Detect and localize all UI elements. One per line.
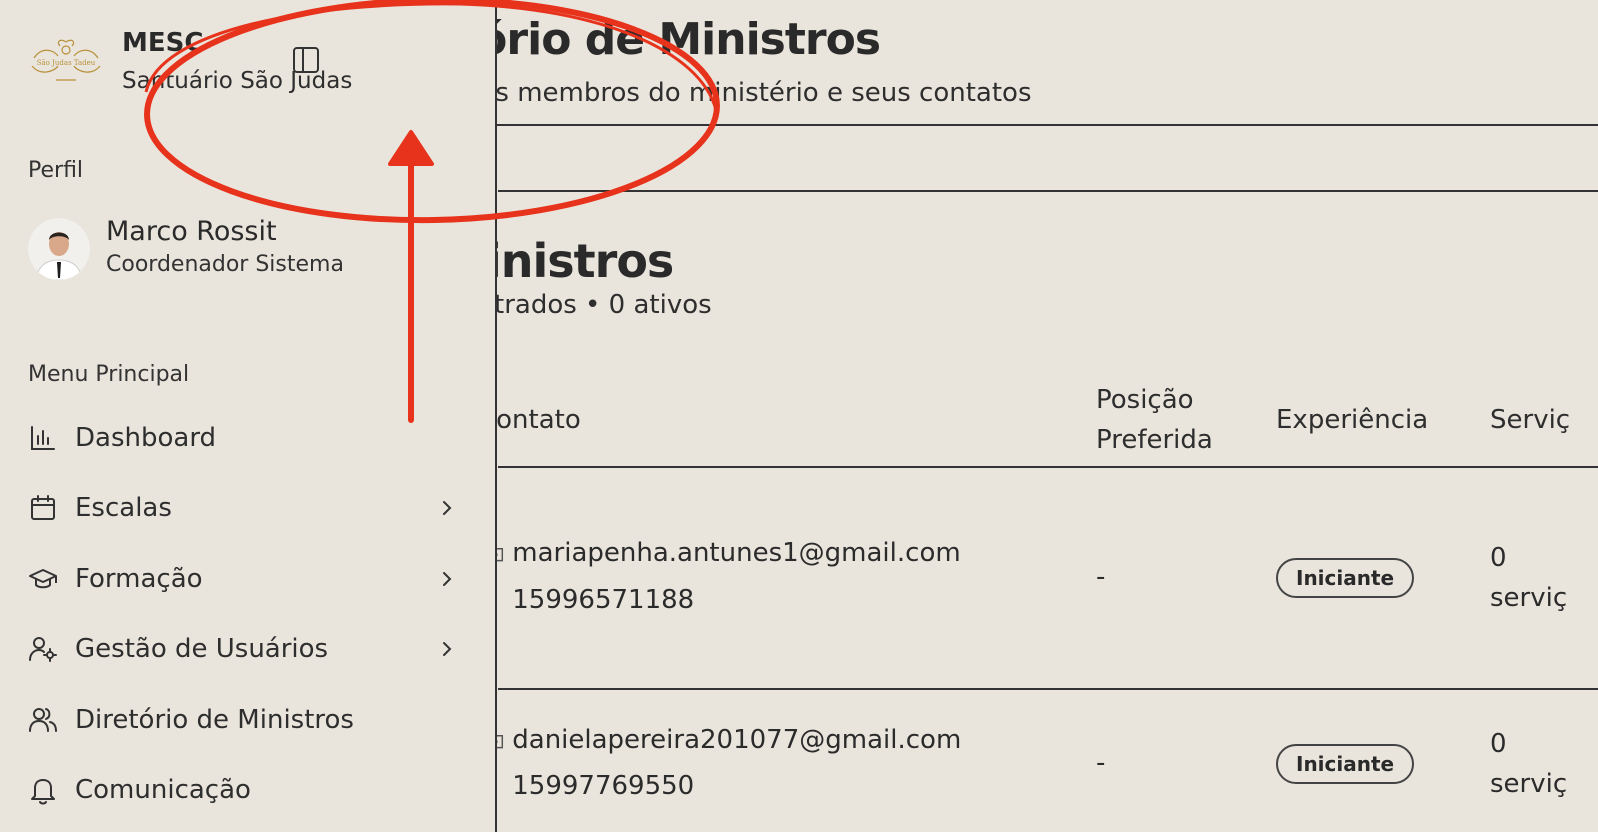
column-header-servicos[interactable]: Serviç: [1490, 400, 1570, 440]
avatar[interactable]: [28, 218, 90, 280]
users-icon: [29, 708, 57, 732]
posicao-cell: -: [1096, 748, 1106, 778]
sidebar-item-escalas[interactable]: Escalas: [20, 480, 470, 536]
app-name: MESC: [122, 28, 204, 58]
services-count: 0: [1490, 543, 1507, 573]
sidebar-item-gestao-usuarios[interactable]: Gestão de Usuários: [20, 621, 470, 677]
graduation-cap-icon: [29, 569, 57, 589]
profile-section-label: Perfil: [28, 158, 84, 183]
table-row-phone[interactable]: ℴ 15997769550: [488, 771, 694, 801]
sidebar: São Judas Tadeu MESC Santuário São Judas…: [0, 0, 497, 832]
table-row-email[interactable]: ⊡ mariapenha.antunes1@gmail.com: [488, 538, 961, 568]
sidebar-item-comunicacao[interactable]: Comunicação: [20, 762, 470, 818]
column-header-experiencia[interactable]: Experiência: [1276, 400, 1428, 440]
sidebar-item-label: Comunicação: [75, 775, 251, 805]
services-label: serviç: [1490, 769, 1568, 799]
table-row-divider: [498, 688, 1598, 690]
user-name: Marco Rossit: [106, 216, 277, 247]
sidebar-item-label: Formação: [75, 564, 203, 594]
avatar-photo: [28, 218, 90, 280]
sidebar-item-formacao[interactable]: Formação: [20, 551, 470, 607]
menu-section-label: Menu Principal: [28, 362, 190, 387]
email-text: danielapereira201077@gmail.com: [512, 725, 962, 755]
experience-badge: Iniciante: [1276, 744, 1415, 784]
email-text: mariapenha.antunes1@gmail.com: [512, 538, 961, 568]
sidebar-item-label: Gestão de Usuários: [75, 634, 329, 664]
services-count: 0: [1490, 729, 1507, 759]
table-row-phone[interactable]: ℴ 15996571188: [488, 585, 694, 615]
chevron-right-icon: [443, 572, 452, 586]
bell-icon: [31, 779, 55, 805]
table-header-divider: [498, 466, 1598, 468]
column-header-posicao[interactable]: Posição Preferida: [1096, 380, 1246, 460]
sidebar-item-diretorio-ministros[interactable]: Diretório de Ministros: [20, 692, 470, 748]
sidebar-item-label: Diretório de Ministros: [75, 705, 354, 735]
chevron-right-icon: [443, 642, 452, 656]
phone-text: 15996571188: [512, 585, 695, 615]
sidebar-item-label: Dashboard: [75, 423, 217, 453]
bar-chart-icon: [31, 426, 55, 450]
toolbar-divider: [498, 190, 1598, 192]
sidebar-item-label: Escalas: [75, 493, 172, 523]
phone-text: 15997769550: [512, 771, 695, 801]
table-row-email[interactable]: ⊡ danielapereira201077@gmail.com: [488, 725, 961, 755]
logo-lettering: São Judas Tadeu: [37, 59, 96, 67]
calendar-icon: [31, 495, 55, 520]
experience-badge: Iniciante: [1276, 558, 1415, 598]
user-cog-icon: [29, 637, 57, 662]
parish-logo: São Judas Tadeu: [31, 39, 101, 81]
sidebar-item-dashboard[interactable]: Dashboard: [20, 410, 470, 466]
chevron-right-icon: [443, 501, 452, 515]
services-label: serviç: [1490, 583, 1568, 613]
user-role: Coordenador Sistema: [106, 252, 344, 277]
sidebar-toggle-icon[interactable]: [290, 44, 322, 76]
posicao-cell: -: [1096, 562, 1106, 592]
